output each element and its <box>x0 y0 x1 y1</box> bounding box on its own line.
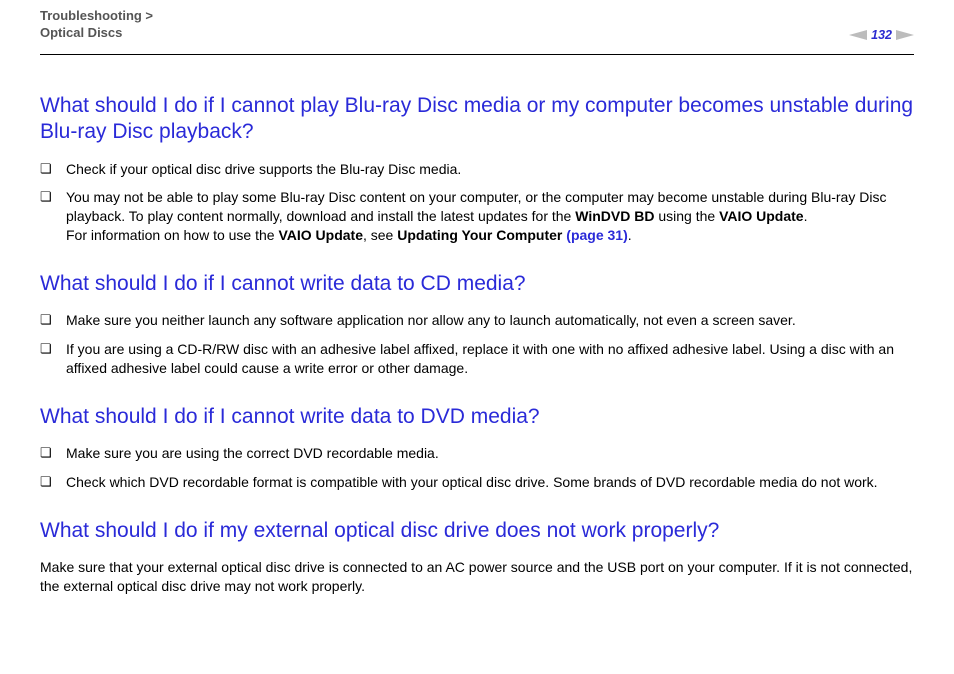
section-1-list: Check if your optical disc drive support… <box>40 160 914 246</box>
section-heading-4: What should I do if my external optical … <box>40 518 914 544</box>
page-number: 132 <box>871 28 892 42</box>
section-2-list: Make sure you neither launch any softwar… <box>40 311 914 378</box>
next-page-icon[interactable] <box>896 30 914 40</box>
section-3-list: Make sure you are using the correct DVD … <box>40 444 914 492</box>
list-item: You may not be able to play some Blu-ray… <box>40 188 914 245</box>
list-item: Check if your optical disc drive support… <box>40 160 914 179</box>
page-link[interactable]: (page 31) <box>566 227 627 243</box>
prev-page-icon[interactable] <box>849 30 867 40</box>
section-heading-3: What should I do if I cannot write data … <box>40 404 914 430</box>
section-4-body: Make sure that your external optical dis… <box>40 558 914 596</box>
list-item: Make sure you are using the correct DVD … <box>40 444 914 463</box>
page-navigation: 132 <box>849 28 914 42</box>
list-item: Make sure you neither launch any softwar… <box>40 311 914 330</box>
breadcrumb-line-2: Optical Discs <box>40 25 122 40</box>
list-item: If you are using a CD-R/RW disc with an … <box>40 340 914 378</box>
breadcrumb: Troubleshooting > Optical Discs <box>40 8 914 42</box>
section-heading-1: What should I do if I cannot play Blu-ra… <box>40 93 914 146</box>
breadcrumb-line-1: Troubleshooting > <box>40 8 153 23</box>
page-content: What should I do if I cannot play Blu-ra… <box>0 55 954 616</box>
page-header: Troubleshooting > Optical Discs 132 <box>0 0 954 54</box>
list-item: Check which DVD recordable format is com… <box>40 473 914 492</box>
section-heading-2: What should I do if I cannot write data … <box>40 271 914 297</box>
